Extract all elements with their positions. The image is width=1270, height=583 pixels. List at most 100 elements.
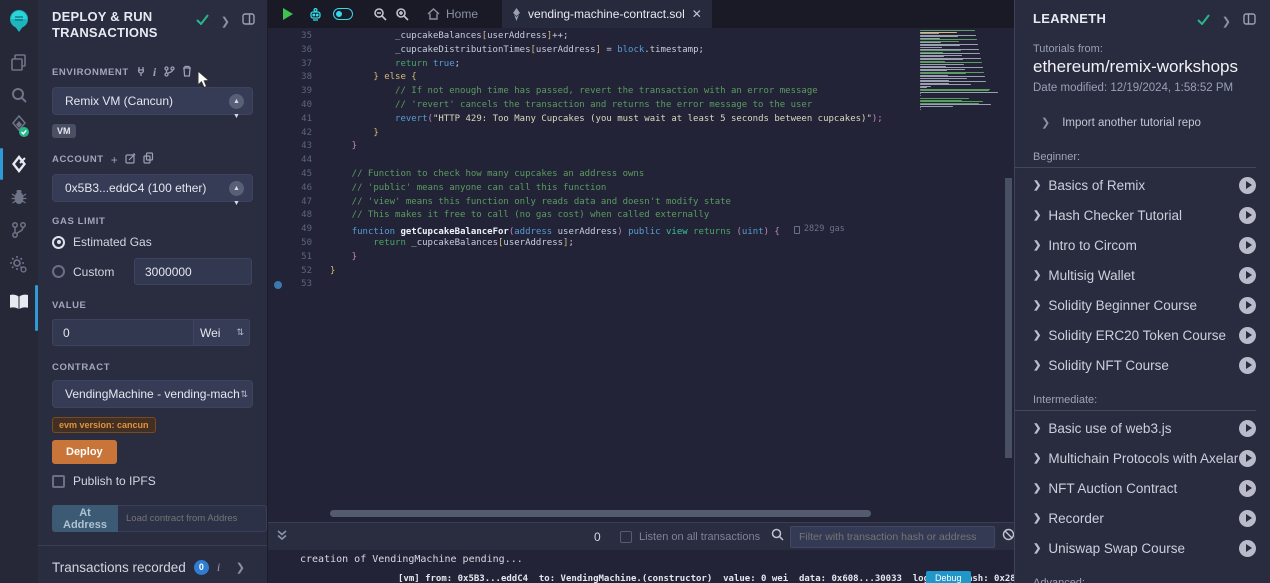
info-icon[interactable]: i: [153, 65, 157, 80]
vertical-scrollbar[interactable]: [1004, 28, 1013, 522]
chevron-right-icon[interactable]: ❯: [1222, 15, 1231, 28]
play-tutorial-button[interactable]: [1239, 327, 1256, 344]
play-tutorial-button[interactable]: [1239, 267, 1256, 284]
play-tutorial-button[interactable]: [1239, 540, 1256, 557]
panel-layout-icon[interactable]: [1243, 12, 1256, 30]
code-line-39[interactable]: 39 // If not enough time has passed, rev…: [268, 85, 1014, 99]
panel-layout-icon[interactable]: [242, 12, 255, 30]
tutorial-item[interactable]: ❯Multisig Wallet: [1015, 260, 1270, 290]
at-address-input[interactable]: [118, 505, 267, 532]
tutorial-item[interactable]: ❯Basics of Remix: [1015, 170, 1270, 200]
play-tutorial-button[interactable]: [1239, 207, 1256, 224]
horizontal-scrollbar[interactable]: [330, 510, 871, 517]
file-tab[interactable]: vending-machine-contract.sol ✕: [502, 0, 712, 28]
home-tab[interactable]: Home: [427, 7, 478, 21]
tutorial-label: Recorder: [1048, 511, 1239, 526]
settings-icon[interactable]: [0, 250, 38, 280]
play-tutorial-button[interactable]: [1239, 420, 1256, 437]
play-tutorial-button[interactable]: [1239, 480, 1256, 497]
code-line-49[interactable]: 49 function getCupcakeBalanceFor(address…: [268, 223, 1014, 237]
zoom-in-icon[interactable]: [395, 7, 409, 21]
code-line-51[interactable]: 51 }: [268, 251, 1014, 265]
code-line-50[interactable]: 50 return _cupcakeBalances[userAddress];: [268, 237, 1014, 251]
code-line-43[interactable]: 43 }: [268, 140, 1014, 154]
info-icon[interactable]: i: [217, 560, 220, 575]
code-line-48[interactable]: 48 // This makes it free to call (no gas…: [268, 209, 1014, 223]
copy-icon[interactable]: [143, 152, 154, 167]
tutorial-item[interactable]: ❯Recorder: [1015, 503, 1270, 533]
play-tutorial-button[interactable]: [1239, 177, 1256, 194]
debug-button[interactable]: Debug: [926, 571, 971, 583]
chevron-right-icon[interactable]: ❯: [236, 561, 245, 574]
minimap[interactable]: [920, 30, 1002, 112]
code-line-45[interactable]: 45 // Function to check how many cupcake…: [268, 168, 1014, 182]
play-tutorial-button[interactable]: [1239, 510, 1256, 527]
at-address-button[interactable]: At Address: [52, 505, 118, 532]
remix-logo[interactable]: [0, 6, 38, 36]
code-editor[interactable]: 35 _cupcakeBalances[userAddress]++;36 _c…: [268, 28, 1014, 522]
trash-icon[interactable]: [182, 65, 192, 80]
listen-checkbox[interactable]: [620, 531, 632, 543]
plus-icon[interactable]: +: [111, 153, 119, 167]
close-icon[interactable]: ✕: [692, 7, 702, 21]
chevron-right-icon[interactable]: ❯: [221, 15, 230, 28]
search-icon[interactable]: [0, 80, 38, 110]
custom-gas-radio[interactable]: [52, 265, 65, 278]
code-line-41[interactable]: 41 revert("HTTP 429: Too Many Cupcakes (…: [268, 113, 1014, 127]
debugger-icon[interactable]: [0, 182, 38, 212]
environment-select[interactable]: Remix VM (Cancun) ▲▼: [52, 87, 253, 115]
play-tutorial-button[interactable]: [1239, 450, 1256, 467]
code-line-35[interactable]: 35 _cupcakeBalances[userAddress]++;: [268, 30, 1014, 44]
account-select[interactable]: 0x5B3...eddC4 (100 ether) ▲▼: [52, 174, 253, 202]
fork-icon[interactable]: [164, 66, 175, 80]
solidity-compiler-icon[interactable]: [0, 112, 38, 142]
tutorial-item[interactable]: ❯Multichain Protocols with Axelar: [1015, 443, 1270, 473]
code-line-37[interactable]: 37 return true;: [268, 58, 1014, 72]
code-line-40[interactable]: 40 // 'revert' cancels the transaction a…: [268, 99, 1014, 113]
zoom-out-icon[interactable]: [373, 7, 387, 21]
play-tutorial-button[interactable]: [1239, 297, 1256, 314]
tutorial-item[interactable]: ❯Hash Checker Tutorial: [1015, 200, 1270, 230]
estimated-gas-radio[interactable]: [52, 236, 65, 249]
code-line-52[interactable]: 52}: [268, 265, 1014, 279]
deploy-button[interactable]: Deploy: [52, 440, 117, 464]
code-line-36[interactable]: 36 _cupcakeDistributionTimes[userAddress…: [268, 44, 1014, 58]
editor-area: Home vending-machine-contract.sol ✕ 35 _…: [268, 0, 1014, 583]
plug-icon[interactable]: [136, 66, 146, 80]
tutorial-item[interactable]: ❯NFT Auction Contract: [1015, 473, 1270, 503]
code-line-53[interactable]: 53: [268, 278, 1014, 292]
vm-badge: VM: [52, 124, 76, 138]
gas-estimate-widget[interactable]: 2829 gas: [794, 223, 845, 237]
run-script-icon[interactable]: [282, 7, 294, 21]
custom-gas-input[interactable]: [134, 258, 252, 285]
code-line-47[interactable]: 47 // 'view' means this function only re…: [268, 196, 1014, 210]
ai-assistant-icon[interactable]: [308, 7, 323, 22]
tutorial-item[interactable]: ❯Solidity Beginner Course: [1015, 290, 1270, 320]
play-tutorial-button[interactable]: [1239, 357, 1256, 374]
value-input[interactable]: [52, 319, 194, 346]
file-explorer-icon[interactable]: [0, 47, 38, 77]
learneth-icon[interactable]: [0, 287, 38, 317]
expand-terminal-icon[interactable]: [276, 528, 288, 546]
tutorial-item[interactable]: ❯Basic use of web3.js: [1015, 413, 1270, 443]
code-line-38[interactable]: 38 } else {: [268, 71, 1014, 85]
filter-input[interactable]: [790, 526, 995, 548]
deploy-run-icon[interactable]: [0, 149, 38, 179]
code-line-44[interactable]: 44: [268, 154, 1014, 168]
tutorial-item[interactable]: ❯Intro to Circom: [1015, 230, 1270, 260]
tutorial-item[interactable]: ❯Uniswap Swap Course: [1015, 533, 1270, 563]
plugin-manager-icon[interactable]: [0, 215, 38, 245]
code-line-42[interactable]: 42 }: [268, 127, 1014, 141]
import-repo-toggle[interactable]: ❯ Import another tutorial repo: [1015, 94, 1270, 129]
code-line-46[interactable]: 46 // 'public' means anyone can call thi…: [268, 182, 1014, 196]
edit-icon[interactable]: [125, 153, 136, 167]
transactions-recorded-row[interactable]: Transactions recorded 0 i ❯: [38, 546, 267, 583]
tutorial-item[interactable]: ❯Solidity ERC20 Token Course: [1015, 320, 1270, 350]
contract-select[interactable]: VendingMachine - vending-machin ⇅: [52, 380, 253, 408]
tutorial-item[interactable]: ❯Solidity NFT Course: [1015, 350, 1270, 380]
publish-ipfs-checkbox[interactable]: [52, 475, 65, 488]
value-unit-select[interactable]: Wei ⇅: [194, 319, 250, 346]
terminal-count: 0: [594, 530, 601, 544]
play-tutorial-button[interactable]: [1239, 237, 1256, 254]
copilot-toggle[interactable]: [333, 8, 353, 20]
